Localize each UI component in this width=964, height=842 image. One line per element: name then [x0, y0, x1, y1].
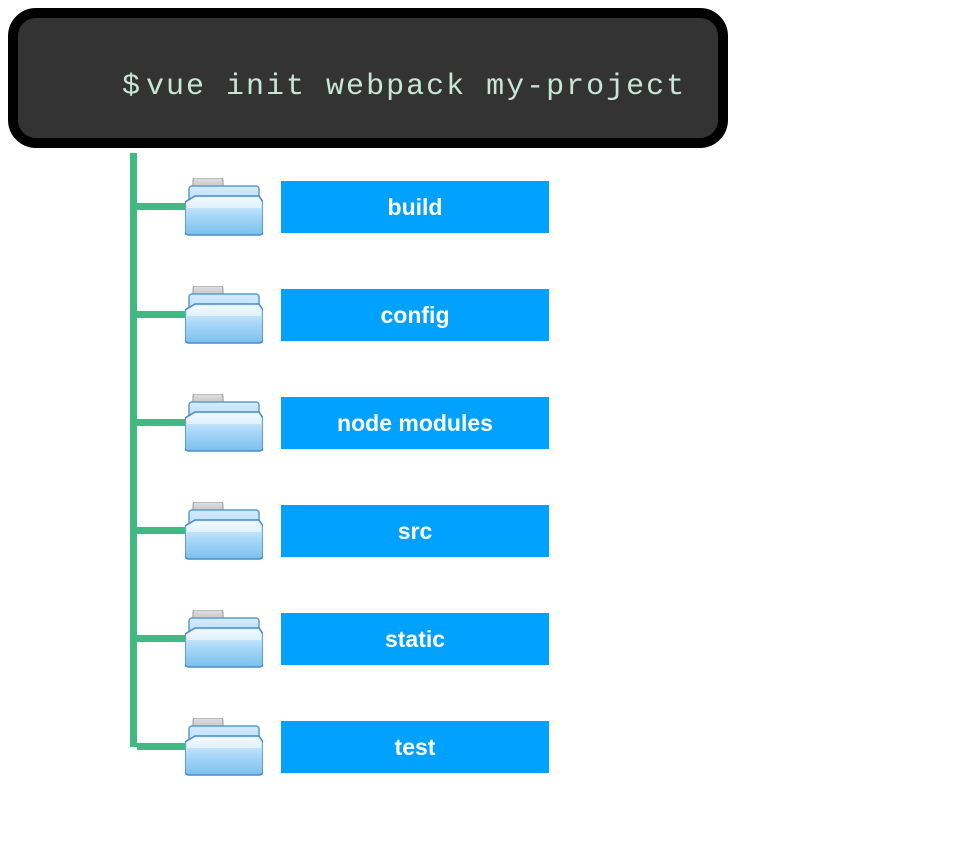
tree-vertical-line: [130, 369, 137, 477]
tree-vertical-line: [130, 153, 137, 261]
tree-vertical-line: [130, 693, 137, 747]
folder-label: static: [281, 613, 549, 665]
folder-label: build: [281, 181, 549, 233]
tree-item: static: [130, 585, 549, 693]
tree-horizontal-line: [137, 311, 187, 318]
folder-icon: [185, 610, 263, 668]
terminal-command-line: $vue init webpack my-project: [42, 36, 694, 138]
tree-vertical-line: [130, 261, 137, 369]
directory-tree: build config node modules: [130, 153, 549, 801]
tree-item: config: [130, 261, 549, 369]
tree-horizontal-line: [137, 635, 187, 642]
folder-label: test: [281, 721, 549, 773]
tree-item: build: [130, 153, 549, 261]
tree-horizontal-line: [137, 527, 187, 534]
folder-label: node modules: [281, 397, 549, 449]
terminal-window: $vue init webpack my-project: [8, 8, 728, 148]
folder-icon: [185, 718, 263, 776]
tree-vertical-line: [130, 585, 137, 693]
tree-horizontal-line: [137, 419, 187, 426]
folder-label: src: [281, 505, 549, 557]
tree-horizontal-line: [137, 743, 187, 750]
terminal-prompt: $: [122, 70, 142, 104]
tree-item: test: [130, 693, 549, 801]
folder-icon: [185, 286, 263, 344]
tree-vertical-line: [130, 477, 137, 585]
folder-icon: [185, 502, 263, 560]
folder-label: config: [281, 289, 549, 341]
tree-item: node modules: [130, 369, 549, 477]
folder-icon: [185, 178, 263, 236]
terminal-command: vue init webpack my-project: [146, 70, 686, 104]
tree-item: src: [130, 477, 549, 585]
folder-icon: [185, 394, 263, 452]
tree-horizontal-line: [137, 203, 187, 210]
